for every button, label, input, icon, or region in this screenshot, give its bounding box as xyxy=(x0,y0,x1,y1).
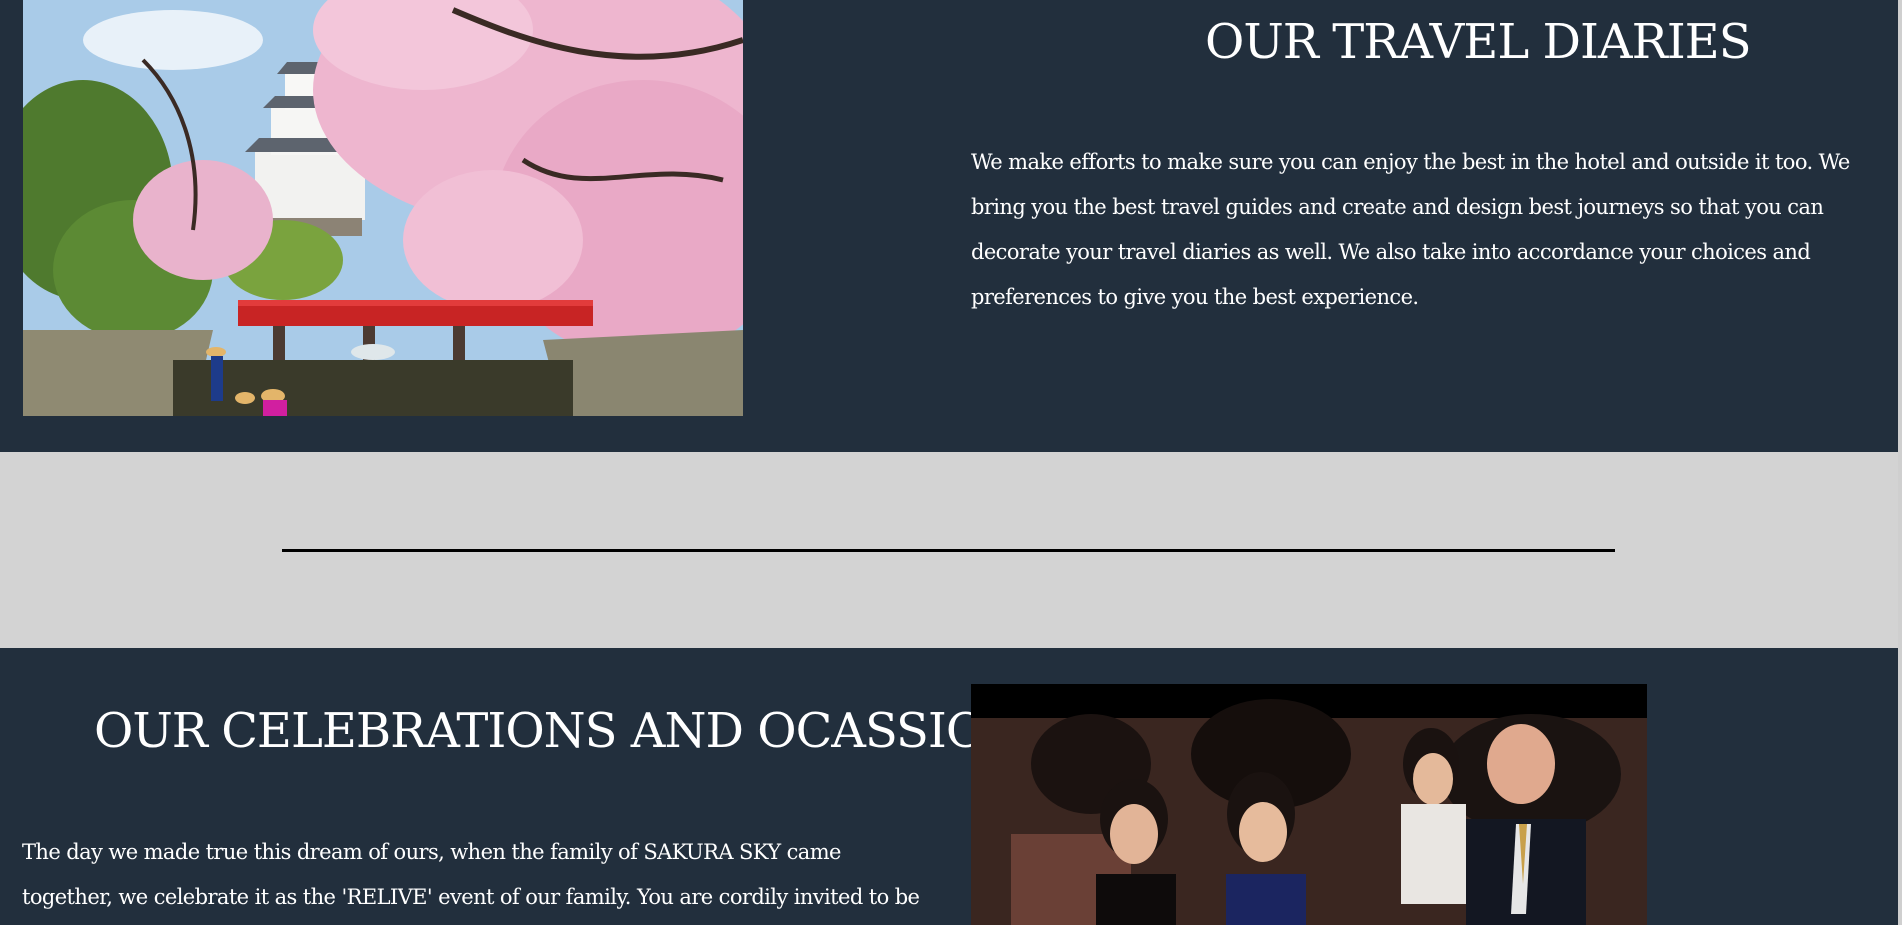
travel-diaries-title: OUR TRAVEL DIARIES xyxy=(1205,14,1752,70)
celebrations-title: OUR CELEBRATIONS AND OCASSIONS xyxy=(94,703,1058,759)
horizontal-rule xyxy=(282,549,1615,552)
celebration-party-photo xyxy=(971,684,1647,925)
scrollbar-thumb[interactable] xyxy=(1898,0,1902,925)
celebrations-text: The day we made true this dream of ours,… xyxy=(22,840,920,909)
page: OUR TRAVEL DIARIES We make efforts to ma… xyxy=(0,0,1902,925)
divider-band xyxy=(0,452,1898,648)
cherry-blossom-castle-photo xyxy=(23,0,743,416)
travel-diaries-section: OUR TRAVEL DIARIES We make efforts to ma… xyxy=(0,0,1898,452)
page-scrollbar[interactable] xyxy=(1898,0,1902,925)
travel-diaries-text: We make efforts to make sure you can enj… xyxy=(971,150,1850,309)
celebrations-section: OUR CELEBRATIONS AND OCASSIONS The day w… xyxy=(0,648,1898,925)
